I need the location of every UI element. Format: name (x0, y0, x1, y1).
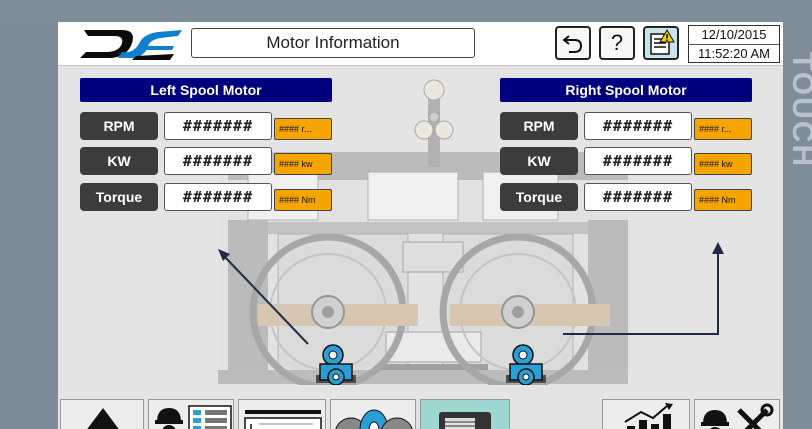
right-torque-value: ####### (584, 183, 692, 211)
operator-settings-icon (155, 405, 232, 429)
drawing-icon (244, 410, 322, 429)
right-kw-unit: #### kw (694, 153, 752, 175)
left-torque-unit: #### Nm (274, 189, 332, 211)
left-rpm-value: ####### (164, 112, 272, 140)
datetime-display: 12/10/2015 11:52:20 AM (688, 25, 780, 63)
motor-icon (439, 412, 491, 429)
left-kw-unit: #### kw (274, 153, 332, 175)
nav-operator-button[interactable] (148, 399, 234, 429)
company-logo (80, 30, 182, 60)
maintenance-icon (701, 403, 774, 429)
right-spool-motor-header: Right Spool Motor (500, 78, 752, 102)
left-rpm-label: RPM (80, 112, 158, 140)
left-kw-value: ####### (164, 147, 272, 175)
spools-icon (335, 409, 413, 429)
right-kw-label: KW (500, 147, 578, 175)
right-rpm-label: RPM (500, 112, 578, 140)
left-torque-label: Torque (80, 183, 158, 211)
right-rpm-unit: #### r... (694, 118, 752, 140)
alarm-notes-icon (650, 29, 675, 55)
header-bar: Motor Information ? 12/10/2015 11:52:20 … (58, 22, 783, 66)
help-label: ? (610, 30, 624, 55)
right-torque-unit: #### Nm (694, 189, 752, 211)
nav-trend-button[interactable] (602, 399, 690, 429)
right-rpm-value: ####### (584, 112, 692, 140)
undo-arrow-icon (562, 35, 583, 53)
page-title: Motor Information (191, 28, 475, 58)
date-text: 12/10/2015 (701, 27, 767, 42)
right-torque-label: Torque (500, 183, 578, 211)
nav-home-button[interactable] (60, 399, 144, 429)
left-torque-value: ####### (164, 183, 272, 211)
time-text: 11:52:20 AM (689, 44, 779, 62)
left-rpm-unit: #### r... (274, 118, 332, 140)
left-kw-label: KW (80, 147, 158, 175)
nav-spools-button[interactable] (330, 399, 416, 429)
nav-drawing-button[interactable] (238, 399, 326, 429)
hmi-bezel-right: TOUCH (783, 22, 812, 429)
nav-maintenance-button[interactable] (694, 399, 780, 429)
hmi-screen: Motor Information ? 12/10/2015 11:52:20 … (58, 22, 783, 429)
home-icon (87, 408, 119, 429)
nav-motor-button[interactable] (420, 399, 510, 429)
bezel-brand-text: TOUCH (786, 52, 812, 169)
right-kw-value: ####### (584, 147, 692, 175)
trend-chart-icon (624, 403, 673, 429)
alarm-button[interactable] (643, 26, 679, 60)
hmi-bezel-top (0, 0, 812, 22)
help-button[interactable]: ? (599, 26, 635, 60)
back-button[interactable] (555, 26, 591, 60)
left-spool-motor-header: Left Spool Motor (80, 78, 332, 102)
